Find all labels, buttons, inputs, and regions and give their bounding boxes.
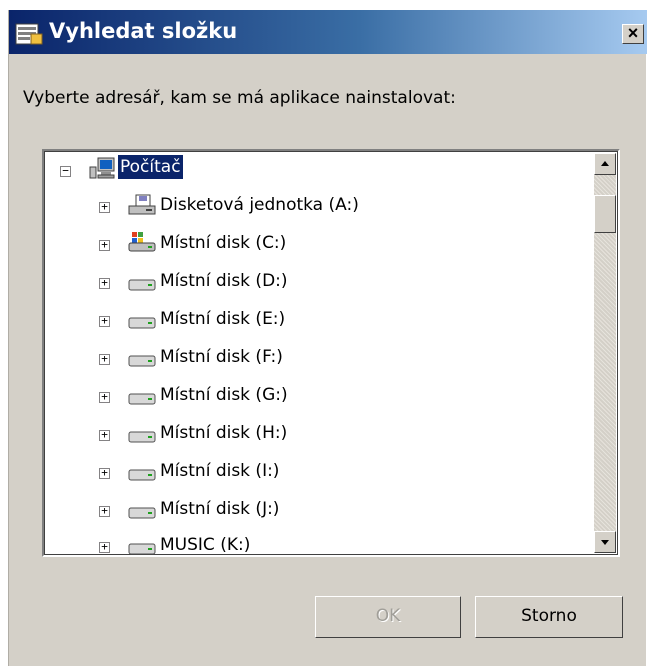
instruction-text: Vyberte adresář, kam se má aplikace nain… — [23, 88, 456, 108]
tree-node-label: Místní disk (J:) — [160, 499, 280, 519]
tree-node-drive-h[interactable]: + Místní disk (H:) — [44, 419, 584, 451]
close-icon: × — [627, 23, 639, 43]
tree-node-drive-c[interactable]: + Místní disk (C:) — [44, 229, 584, 261]
expand-icon[interactable]: + — [99, 541, 110, 553]
expand-icon[interactable]: + — [99, 315, 110, 327]
tree-node-label: Místní disk (C:) — [160, 233, 287, 253]
tree-node-label: MUSIC (K:) — [160, 535, 251, 555]
tree-node-label: Místní disk (F:) — [160, 347, 283, 367]
hard-drive-icon — [128, 469, 156, 481]
tree-node-label: Počítač — [118, 155, 183, 179]
ok-button[interactable]: OK — [315, 596, 461, 638]
computer-icon — [89, 157, 115, 179]
dialog-title: Vyhledat složku — [49, 19, 238, 43]
folder-browser-icon — [15, 23, 43, 45]
cancel-button[interactable]: Storno — [475, 596, 623, 638]
hard-drive-icon — [128, 393, 156, 405]
tree-node-label: Disketová jednotka (A:) — [160, 195, 359, 215]
expand-icon[interactable]: + — [99, 391, 110, 403]
expand-icon[interactable]: + — [99, 277, 110, 289]
browse-folder-dialog: Vyhledat složku × Vyberte adresář, kam s… — [8, 10, 647, 666]
tree-node-drive-j[interactable]: + Místní disk (J:) — [44, 495, 584, 527]
floppy-drive-icon — [128, 194, 156, 215]
tree-node-drive-d[interactable]: + Místní disk (D:) — [44, 267, 584, 299]
tree-node-computer[interactable]: − Počítač — [44, 155, 584, 187]
expand-icon[interactable]: + — [99, 201, 110, 213]
expand-icon[interactable]: + — [99, 467, 110, 479]
scroll-down-button[interactable] — [594, 531, 616, 553]
expand-icon[interactable]: + — [99, 505, 110, 517]
hard-drive-icon — [128, 431, 156, 443]
folder-tree[interactable]: − Počítač + Disketová jednotka (A:) + Mí… — [42, 149, 620, 557]
tree-node-label: Místní disk (H:) — [160, 423, 288, 443]
scroll-thumb[interactable] — [594, 195, 616, 233]
tree-node-drive-f[interactable]: + Místní disk (F:) — [44, 343, 584, 375]
hard-drive-icon — [128, 507, 156, 519]
tree-node-label: Místní disk (E:) — [160, 309, 286, 329]
title-bar[interactable]: Vyhledat složku × — [9, 10, 647, 54]
expand-icon[interactable]: + — [99, 353, 110, 365]
tree-node-drive-a[interactable]: + Disketová jednotka (A:) — [44, 191, 584, 223]
hard-drive-icon — [128, 543, 156, 555]
arrow-down-icon — [601, 540, 609, 545]
tree-node-drive-g[interactable]: + Místní disk (G:) — [44, 381, 584, 413]
expand-icon[interactable]: + — [99, 239, 110, 251]
tree-node-label: Místní disk (I:) — [160, 461, 280, 481]
close-button[interactable]: × — [622, 24, 644, 44]
system-drive-icon — [128, 232, 156, 252]
hard-drive-icon — [128, 317, 156, 329]
tree-node-drive-k[interactable]: + MUSIC (K:) — [44, 531, 584, 555]
tree-node-drive-i[interactable]: + Místní disk (I:) — [44, 457, 584, 489]
tree-node-label: Místní disk (D:) — [160, 271, 288, 291]
tree-node-label: Místní disk (G:) — [160, 385, 288, 405]
collapse-icon[interactable]: − — [60, 165, 71, 177]
hard-drive-icon — [128, 279, 156, 291]
arrow-up-icon — [601, 161, 609, 166]
scroll-up-button[interactable] — [594, 153, 616, 175]
vertical-scrollbar[interactable] — [594, 153, 616, 553]
tree-node-drive-e[interactable]: + Místní disk (E:) — [44, 305, 584, 337]
expand-icon[interactable]: + — [99, 429, 110, 441]
hard-drive-icon — [128, 355, 156, 367]
